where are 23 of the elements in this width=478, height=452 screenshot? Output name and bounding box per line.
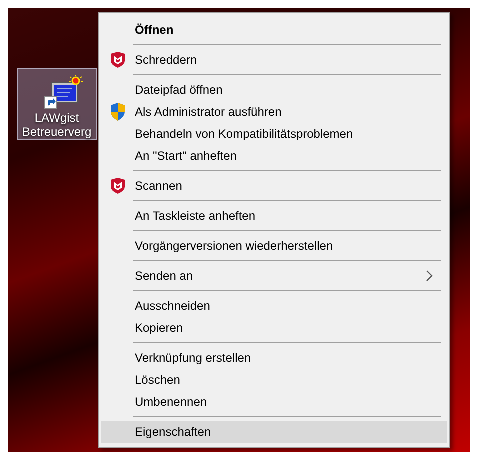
program-icon [44,75,84,111]
menu-item[interactable]: Schreddern [101,49,447,71]
antivirus-shield-icon [110,52,126,68]
menu-item[interactable]: Ausschneiden [101,295,447,317]
menu-item[interactable]: Umbenennen [101,391,447,413]
menu-item[interactable]: Senden an [101,265,447,287]
menu-item[interactable]: Dateipfad öffnen [101,79,447,101]
menu-item[interactable]: Öffnen [101,19,447,41]
menu-item[interactable]: Löschen [101,369,447,391]
menu-item[interactable]: Verknüpfung erstellen [101,347,447,369]
menu-item[interactable]: Scannen [101,175,447,197]
shortcut-label: Betreuerverg [22,125,92,139]
shield-icon [110,103,126,121]
menu-item[interactable]: Behandeln von Kompatibilitätsproblemen [101,123,447,145]
menu-item[interactable]: Als Administrator ausführen [101,101,447,123]
menu-item[interactable]: An "Start" anheften [101,145,447,167]
menu-item[interactable]: Vorgängerversionen wiederherstellen [101,235,447,257]
antivirus-shield-icon [110,178,126,194]
menu-item[interactable]: Eigenschaften [101,421,447,443]
menu-item[interactable]: An Taskleiste anheften [101,205,447,227]
shortcut-label: LAWgist [34,111,80,125]
menu-item[interactable]: Kopieren [101,317,447,339]
desktop-shortcut[interactable]: LAWgist Betreuerverg [17,68,97,140]
